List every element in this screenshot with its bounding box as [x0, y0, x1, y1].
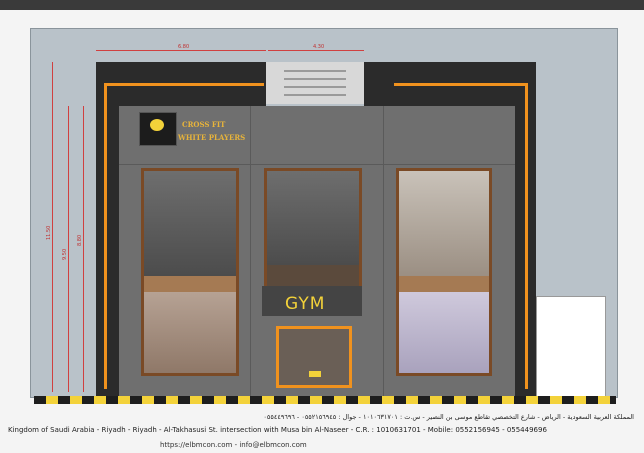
brand-name-line2: WHITE PLAYERS — [178, 133, 246, 142]
dimension-label-top-b: 4.30 — [313, 44, 325, 50]
dimension-label-left-a: 11.50 — [46, 225, 52, 240]
dimension-line-left-b — [68, 106, 69, 392]
orange-trim-left — [104, 83, 107, 389]
dimension-line-top-b — [268, 50, 364, 51]
dimension-label-left-c: 8.80 — [77, 234, 83, 246]
entrance-door — [276, 326, 352, 388]
top-louver-panel — [266, 62, 364, 104]
shopfront-window-center — [264, 168, 362, 292]
shopfront-window-left — [141, 168, 239, 376]
orange-trim-top-right — [394, 83, 528, 86]
dimension-line-top-a — [96, 50, 266, 51]
crossfit-logo-icon — [139, 112, 177, 146]
footer-website: https://elbmcon.com - info@elbmcon.com — [160, 441, 307, 449]
shopfront-window-right — [396, 168, 492, 376]
dimension-line-left-c — [83, 106, 84, 392]
gym-sign-text: GYM — [285, 294, 326, 314]
footer-arabic-address: المملكة العربية السعودية - الرياض - شارع… — [263, 413, 634, 421]
window-top-bar — [0, 0, 644, 10]
ground-curb-stripe — [34, 396, 616, 404]
dimension-label-left-b: 9.50 — [62, 248, 68, 260]
footer-english-address: Kingdom of Saudi Arabia - Riyadh - Riyad… — [8, 426, 547, 434]
dimension-line-left-a — [52, 62, 53, 392]
orange-trim-top-left — [104, 83, 264, 86]
dimension-label-top-a: 6.80 — [178, 44, 190, 50]
adjacent-white-wall — [536, 296, 606, 398]
brand-name-line1: CROSS FIT — [182, 120, 226, 129]
orange-trim-right — [525, 83, 528, 389]
